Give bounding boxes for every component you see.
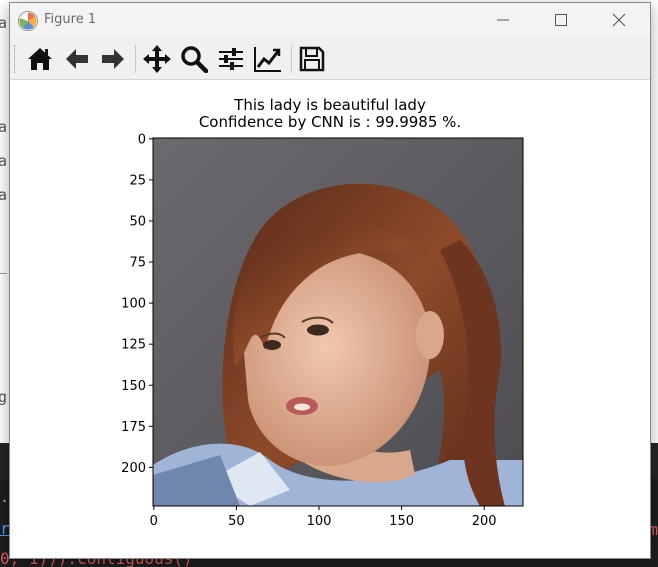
bg-code-fragment: a	[0, 186, 8, 204]
subplots-button[interactable]	[214, 42, 248, 76]
zoom-button[interactable]	[177, 42, 211, 76]
bg-code-fragment: a	[0, 152, 8, 170]
bg-code-fragment: _	[0, 256, 7, 274]
x-tick-label: 0	[150, 514, 158, 529]
magnifier-icon	[181, 46, 208, 73]
arrow-left-icon	[66, 49, 88, 69]
toolbar-grip[interactable]	[14, 45, 18, 73]
y-tick-label: 100	[121, 297, 146, 312]
window-title: Figure 1	[44, 12, 97, 27]
y-axis: 0 25 50 75 100 125 150 175 200	[121, 132, 153, 476]
bg-code-fragment: g	[0, 388, 8, 406]
move-icon	[143, 45, 171, 73]
y-tick-label: 0	[138, 132, 146, 147]
forward-button[interactable]	[96, 42, 130, 76]
toolbar-separator	[291, 45, 292, 73]
close-button[interactable]	[596, 3, 642, 37]
toolbar-separator	[135, 45, 136, 73]
y-tick-label: 125	[121, 338, 146, 353]
y-tick-label: 75	[129, 256, 146, 271]
x-tick-label: 150	[389, 514, 414, 529]
close-icon	[612, 13, 626, 27]
minimize-icon	[497, 19, 509, 21]
y-tick-label: 25	[129, 173, 146, 188]
navigation-toolbar	[10, 37, 650, 80]
home-icon	[28, 48, 52, 70]
back-button[interactable]	[60, 42, 94, 76]
arrow-right-icon	[102, 49, 124, 69]
customize-button[interactable]	[251, 42, 285, 76]
save-button[interactable]	[295, 42, 329, 76]
x-axis: 0 50 100 150 200	[150, 506, 497, 529]
portrait-image	[153, 138, 523, 506]
maximize-icon	[555, 14, 567, 26]
figure-window: Figure 1 This lady is beautiful lady Con…	[9, 2, 651, 559]
y-tick-label: 175	[121, 420, 146, 435]
floppy-disk-icon	[299, 46, 325, 72]
title-bar[interactable]: Figure 1	[10, 3, 650, 37]
maximize-button[interactable]	[538, 3, 584, 37]
home-button[interactable]	[23, 42, 57, 76]
chart-line-icon	[254, 47, 281, 72]
sliders-icon	[219, 48, 243, 70]
bg-code-fragment: a	[0, 14, 8, 32]
y-tick-label: 150	[121, 379, 146, 394]
y-tick-label: 200	[121, 461, 146, 476]
x-tick-label: 50	[228, 514, 245, 529]
bg-code-fragment: .	[0, 488, 10, 506]
x-tick-label: 200	[472, 514, 497, 529]
axes: 0 25 50 75 100 125 150 175 200 0 50 100 150 200	[121, 132, 524, 529]
bg-code-fragment: a	[0, 118, 8, 136]
x-tick-label: 100	[307, 514, 332, 529]
pan-button[interactable]	[140, 42, 174, 76]
matplotlib-logo-icon	[18, 11, 38, 31]
y-tick-label: 50	[129, 214, 146, 229]
figure-canvas[interactable]: This lady is beautiful lady Confidence b…	[10, 80, 650, 558]
minimize-button[interactable]	[480, 3, 526, 37]
